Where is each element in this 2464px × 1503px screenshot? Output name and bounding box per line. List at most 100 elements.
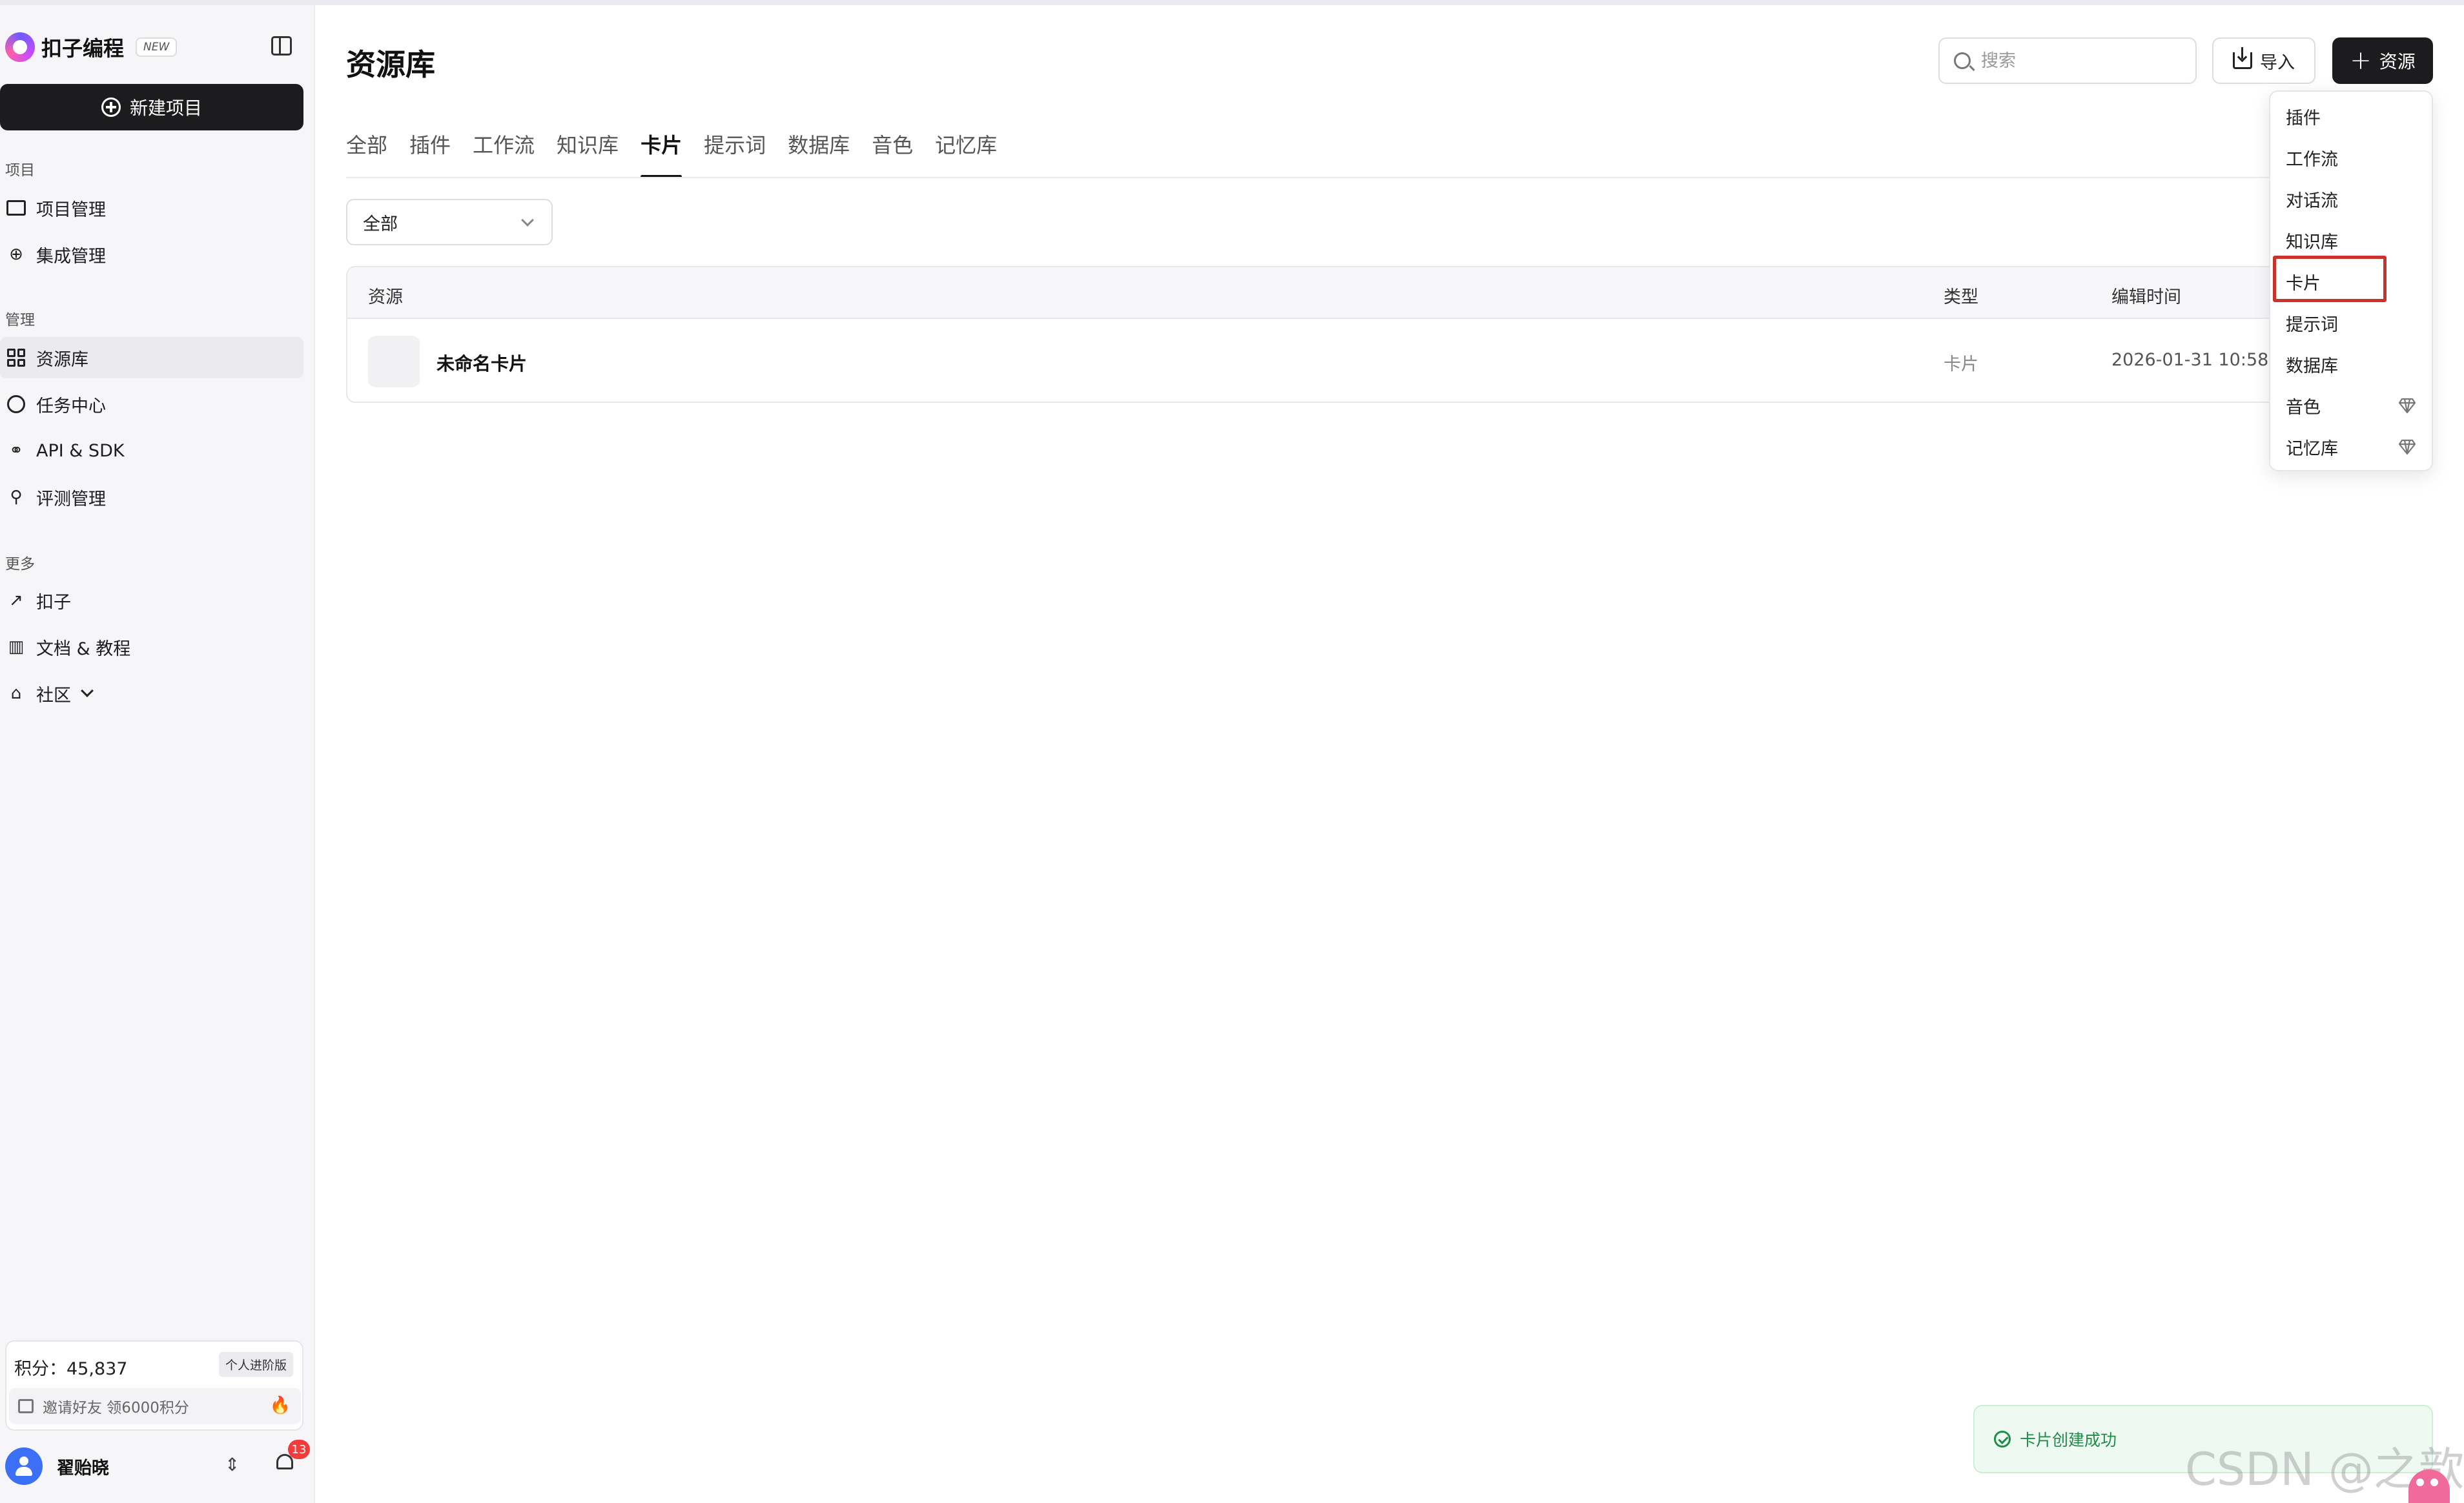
points-card: 积分：45,837 个人进阶版 邀请好友 领6000积分 🔥 bbox=[5, 1340, 303, 1431]
menu-item-memory[interactable]: 记忆库 bbox=[2270, 427, 2432, 466]
store-icon: ⌂ bbox=[10, 684, 22, 703]
sidebar-item-label: 社区 bbox=[36, 685, 71, 706]
filter-select[interactable]: 全部 bbox=[346, 199, 553, 245]
grid-icon bbox=[6, 348, 26, 367]
diamond-icon bbox=[2398, 438, 2416, 456]
arrow-up-right-icon: ↗ bbox=[9, 591, 23, 610]
avatar bbox=[5, 1447, 43, 1485]
bell-icon[interactable]: 13 bbox=[275, 1440, 310, 1472]
plus-circle-icon bbox=[101, 97, 121, 117]
tab-voice[interactable]: 音色 bbox=[872, 129, 913, 178]
search-icon bbox=[1954, 52, 1971, 69]
table-row[interactable]: 未命名卡片 卡片 2026-01-31 10:58: bbox=[347, 320, 2432, 402]
folder-icon bbox=[6, 198, 26, 218]
menu-item-database[interactable]: 数据库 bbox=[2270, 345, 2432, 383]
sidebar-item-label: 资源库 bbox=[36, 349, 88, 370]
sidebar-item-label: 集成管理 bbox=[36, 246, 106, 267]
resource-table: 资源 类型 编辑时间 未命名卡片 卡片 2026-01-31 10:58: bbox=[346, 266, 2433, 403]
diamond-icon bbox=[2398, 396, 2416, 414]
new-badge: NEW bbox=[136, 37, 178, 57]
tabs-divider bbox=[346, 177, 2433, 178]
filter-selected-value: 全部 bbox=[363, 214, 398, 234]
search-input[interactable] bbox=[1981, 50, 2188, 71]
tab-all[interactable]: 全部 bbox=[346, 129, 387, 178]
download-icon bbox=[2233, 47, 2252, 69]
sidebar: 扣子编程 NEW 新建项目 项目 项目管理 ⊕ 集成管理 管理 资源库 任务中心… bbox=[0, 5, 315, 1503]
search-box[interactable] bbox=[1938, 37, 2197, 84]
notification-count-badge: 13 bbox=[288, 1440, 310, 1459]
alarm-clock-icon bbox=[6, 394, 26, 414]
plan-badge[interactable]: 个人进阶版 bbox=[218, 1352, 293, 1377]
section-label-project: 项目 bbox=[5, 162, 35, 179]
row-edit-time: 2026-01-31 10:58: bbox=[2111, 350, 2275, 370]
menu-item-voice[interactable]: 音色 bbox=[2270, 386, 2432, 425]
tab-knowledge[interactable]: 知识库 bbox=[557, 129, 619, 178]
column-header-type: 类型 bbox=[1944, 287, 1978, 307]
tab-database[interactable]: 数据库 bbox=[788, 129, 850, 178]
sidebar-item-task-center[interactable]: 任务中心 bbox=[0, 383, 303, 425]
sidebar-item-label: API & SDK bbox=[36, 440, 125, 461]
api-nodes-icon: ⚭ bbox=[9, 441, 23, 460]
new-project-label: 新建项目 bbox=[129, 97, 202, 119]
menu-item-chatflow[interactable]: 对话流 bbox=[2270, 179, 2432, 218]
chevron-down-icon bbox=[81, 684, 94, 697]
menu-item-label: 音色 bbox=[2286, 397, 2321, 418]
sidebar-item-label: 项目管理 bbox=[36, 199, 106, 220]
page-title: 资源库 bbox=[346, 47, 435, 82]
card-thumbnail bbox=[368, 336, 420, 387]
table-header: 资源 类型 编辑时间 bbox=[347, 267, 2432, 319]
book-map-icon: ▥ bbox=[8, 637, 25, 657]
integration-icon: ⊕ bbox=[9, 245, 23, 264]
sidebar-collapse-icon[interactable] bbox=[271, 36, 292, 56]
sidebar-item-project-management[interactable]: 项目管理 bbox=[0, 187, 303, 229]
menu-item-label: 记忆库 bbox=[2286, 438, 2338, 459]
points-value: 积分：45,837 bbox=[14, 1359, 128, 1379]
invite-text: 邀请好友 领6000积分 bbox=[43, 1400, 189, 1416]
resource-tabs: 全部 插件 工作流 知识库 卡片 提示词 数据库 音色 记忆库 bbox=[346, 129, 997, 178]
import-button[interactable]: 导入 bbox=[2212, 37, 2315, 84]
sidebar-item-label: 任务中心 bbox=[36, 396, 106, 416]
sidebar-item-evaluation[interactable]: ⚲ 评测管理 bbox=[0, 476, 303, 518]
brand-name: 扣子编程 bbox=[41, 36, 125, 61]
menu-item-workflow[interactable]: 工作流 bbox=[2270, 138, 2432, 177]
tab-card[interactable]: 卡片 bbox=[641, 129, 683, 178]
add-resource-button[interactable]: + 资源 bbox=[2332, 37, 2433, 84]
row-resource-type: 卡片 bbox=[1944, 354, 1978, 374]
new-project-button[interactable]: 新建项目 bbox=[0, 84, 303, 130]
add-resource-label: 资源 bbox=[2379, 51, 2416, 72]
tab-memory[interactable]: 记忆库 bbox=[935, 129, 997, 178]
import-label: 导入 bbox=[2260, 52, 2295, 73]
section-label-manage: 管理 bbox=[5, 312, 35, 329]
column-header-resource: 资源 bbox=[368, 287, 403, 307]
telescope-icon: ⚲ bbox=[10, 487, 23, 507]
tab-plugin[interactable]: 插件 bbox=[409, 129, 451, 178]
fire-icon: 🔥 bbox=[269, 1396, 291, 1415]
tab-workflow[interactable]: 工作流 bbox=[473, 129, 535, 178]
column-header-edit-time: 编辑时间 bbox=[2111, 287, 2181, 307]
chevron-up-down-icon[interactable]: ⇕ bbox=[225, 1454, 240, 1475]
plus-icon: + bbox=[2350, 46, 2372, 76]
sidebar-item-api-sdk[interactable]: ⚭ API & SDK bbox=[0, 430, 303, 471]
sidebar-item-integration-management[interactable]: ⊕ 集成管理 bbox=[0, 234, 303, 275]
brand[interactable]: 扣子编程 NEW bbox=[5, 31, 178, 63]
toast-message: 卡片创建成功 bbox=[2020, 1431, 2117, 1449]
check-circle-icon bbox=[1994, 1431, 2011, 1447]
sidebar-item-docs[interactable]: ▥ 文档 & 教程 bbox=[0, 626, 303, 668]
sidebar-item-coze[interactable]: ↗ 扣子 bbox=[0, 580, 303, 621]
user-name: 翟贻晓 bbox=[57, 1458, 109, 1478]
sidebar-item-label: 评测管理 bbox=[36, 489, 106, 509]
sidebar-item-label: 扣子 bbox=[36, 592, 71, 613]
invite-friends-banner[interactable]: 邀请好友 领6000积分 🔥 bbox=[9, 1388, 301, 1424]
menu-item-knowledge[interactable]: 知识库 bbox=[2270, 221, 2432, 260]
row-resource-name[interactable]: 未命名卡片 bbox=[436, 350, 527, 376]
menu-item-prompt[interactable]: 提示词 bbox=[2270, 303, 2432, 342]
tab-prompt[interactable]: 提示词 bbox=[704, 129, 766, 178]
sidebar-item-community[interactable]: ⌂ 社区 bbox=[0, 673, 303, 714]
menu-item-plugin[interactable]: 插件 bbox=[2270, 97, 2432, 136]
sidebar-item-label: 文档 & 教程 bbox=[36, 639, 131, 659]
section-label-more: 更多 bbox=[5, 556, 35, 573]
sidebar-item-resource-library[interactable]: 资源库 bbox=[0, 337, 303, 378]
user-profile[interactable]: 翟贻晓 ⇕ 13 bbox=[5, 1440, 310, 1490]
annotation-highlight-box bbox=[2273, 256, 2387, 302]
window-top-border bbox=[0, 0, 2464, 5]
